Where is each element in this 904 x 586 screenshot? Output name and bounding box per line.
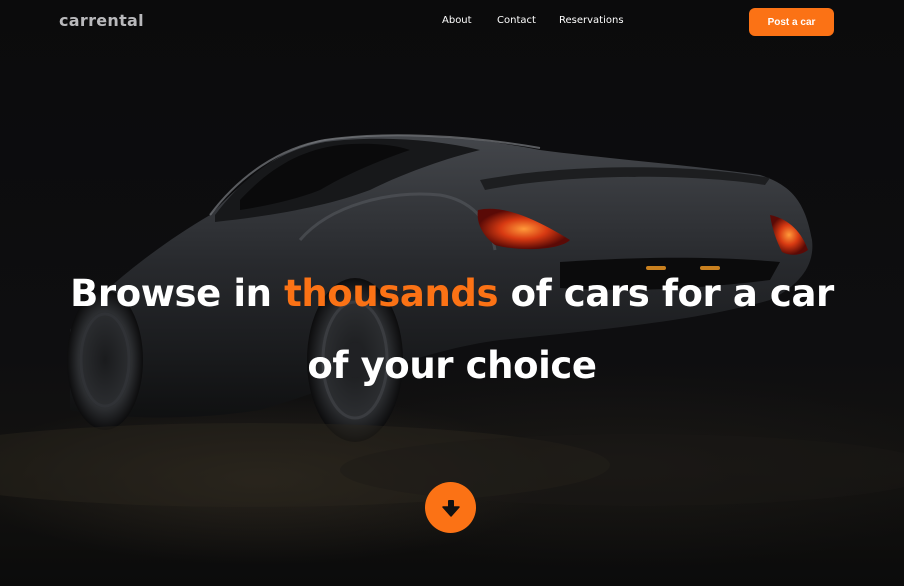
hero-headline: Browse in thousands of cars for a car of… [0,258,904,402]
headline-line-2: of your choice [307,344,597,387]
scroll-down-button[interactable] [425,482,476,533]
nav-link-contact[interactable]: Contact [497,15,536,26]
nav-link-reservations[interactable]: Reservations [559,15,624,26]
top-navbar: carrental About Contact Reservations Pos… [0,0,904,44]
headline-accent-word: thousands [284,272,499,315]
arrow-down-icon [441,499,460,517]
post-a-car-button[interactable]: Post a car [749,8,834,36]
headline-text-start: Browse in [70,272,285,315]
headline-text-end: of cars for a car [498,272,835,315]
site-logo[interactable]: carrental [59,11,144,30]
nav-link-about[interactable]: About [442,15,472,26]
